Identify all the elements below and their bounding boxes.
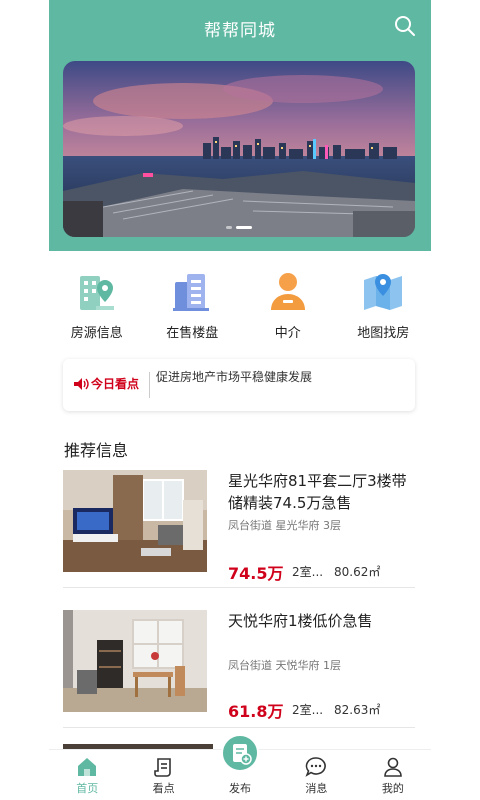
listing-location: 凤台街道 星光华府 3层 [228, 519, 341, 532]
section-title: 推荐信息 [64, 441, 129, 460]
profile-icon [382, 756, 404, 778]
listing-area: 82.63㎡ [334, 703, 381, 717]
publish-icon[interactable] [221, 734, 260, 772]
nav-profile[interactable]: 我的 [355, 750, 431, 800]
nav-label: 我的 [381, 782, 404, 795]
map-pin-icon [360, 268, 406, 314]
bottom-nav: 首页 看点 发布 消息 我的 [49, 734, 431, 800]
nav-home[interactable]: 首页 [49, 750, 125, 800]
listing-card[interactable]: 天悦华府1楼低价急售 凤台街道 天悦华府 1层 61.8万 2室... 82.6… [63, 610, 415, 728]
header: 帮帮同城 [49, 0, 431, 251]
nav-label: 消息 [305, 782, 328, 795]
category-map-search[interactable]: 地图找房 [338, 268, 428, 348]
listing-price: 61.8万 [228, 702, 284, 721]
category-label: 在售楼盘 [166, 326, 219, 341]
agent-icon [265, 268, 311, 314]
category-label: 房源信息 [70, 326, 123, 341]
nav-label: 发布 [229, 782, 252, 795]
listing-title: 天悦华府1楼低价急售 [228, 612, 373, 630]
speaker-icon [73, 376, 89, 390]
listing-rooms: 2室... [292, 703, 324, 717]
news-ticker[interactable]: 今日看点 促进房地产市场平稳健康发展 [63, 359, 415, 411]
listing-photo [63, 470, 207, 572]
listing-divider [63, 587, 415, 588]
carousel-dot-active[interactable] [236, 226, 252, 229]
listing-card[interactable]: 星光华府81平套二厅3楼带储精装74.5万急售 凤台街道 星光华府 3层 74.… [63, 470, 415, 588]
notice-tag: 今日看点 [91, 377, 140, 391]
listing-divider [63, 727, 415, 728]
category-label: 地图找房 [357, 326, 410, 341]
listing-rooms: 2室... [292, 565, 324, 579]
nav-label: 看点 [152, 782, 175, 795]
category-grid: 房源信息 在售楼盘 中介 地图找房 [49, 268, 431, 348]
home-icon [76, 756, 98, 778]
banner-carousel[interactable] [63, 61, 415, 237]
listing-photo [63, 610, 207, 712]
category-listings[interactable]: 房源信息 [52, 268, 142, 348]
notice-text[interactable]: 促进房地产市场平稳健康发展 [156, 368, 312, 385]
search-icon[interactable] [393, 14, 417, 38]
building-pin-icon [74, 268, 120, 314]
message-icon [305, 756, 327, 778]
buildings-icon [169, 268, 215, 314]
divider [149, 372, 150, 398]
nav-label: 首页 [76, 782, 99, 795]
listing-title: 星光华府81平套二厅3楼带储精装74.5万急售 [228, 472, 407, 512]
category-label: 中介 [274, 326, 301, 341]
nav-messages[interactable]: 消息 [278, 750, 354, 800]
category-new-homes[interactable]: 在售楼盘 [147, 268, 237, 348]
listing-price: 74.5万 [228, 564, 284, 583]
listing-area: 80.62㎡ [334, 565, 381, 579]
carousel-indicator [63, 226, 415, 229]
nav-news[interactable]: 看点 [125, 750, 201, 800]
banner-image [63, 61, 415, 237]
listing-location: 凤台街道 天悦华府 1层 [228, 659, 341, 672]
category-agents[interactable]: 中介 [243, 268, 333, 348]
app-title: 帮帮同城 [204, 21, 276, 41]
news-icon [153, 756, 175, 778]
nav-publish[interactable]: 发布 [202, 734, 278, 800]
carousel-dot[interactable] [226, 226, 232, 229]
